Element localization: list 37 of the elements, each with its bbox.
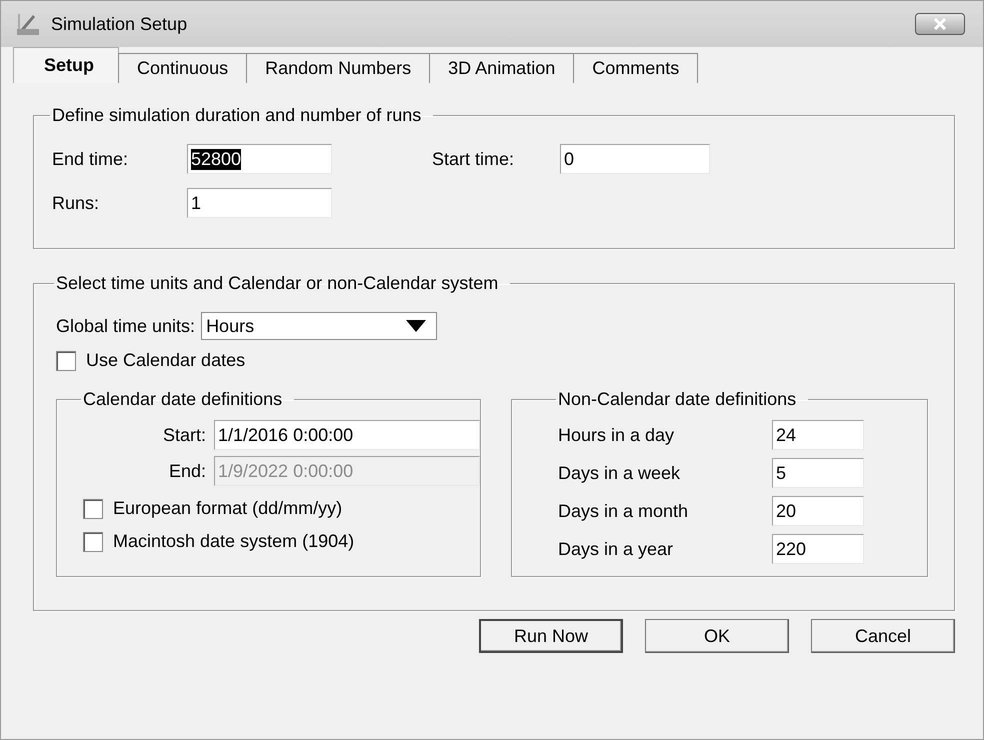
tab[interactable]: Comments <box>573 53 698 83</box>
date-field[interactable]: 1/1/2016 0:00:00 <box>214 420 480 450</box>
checkbox[interactable]: European format (dd/mm/yy) <box>83 498 342 519</box>
window-title: Simulation Setup <box>51 14 188 34</box>
field-label: End: <box>168 460 206 482</box>
close-button[interactable] <box>915 13 965 35</box>
group-title: Define simulation duration and number of runs <box>51 105 422 126</box>
text-field[interactable]: 52800 <box>187 144 332 174</box>
app-icon <box>15 11 41 37</box>
checkbox[interactable]: Macintosh date system (1904) <box>83 531 354 552</box>
time-units-dropdown[interactable]: Hours <box>201 312 438 340</box>
dialog-button[interactable]: Cancel <box>811 619 955 653</box>
field-label: Hours in a day <box>558 424 676 446</box>
number-field[interactable]: 220 <box>772 534 864 564</box>
number-field[interactable]: 20 <box>772 496 864 526</box>
field-label: End time: <box>52 148 130 170</box>
checkbox[interactable]: Use Calendar dates <box>56 350 246 371</box>
field-label: Days in a week <box>558 462 682 484</box>
close-icon <box>932 18 948 30</box>
group-title: Select time units and Calendar or non-Calendar system <box>55 273 500 294</box>
field-label: Days in a year <box>558 538 674 560</box>
dialog-button[interactable]: OK <box>645 619 789 653</box>
caret-icon <box>406 320 426 332</box>
field-label: Days in a month <box>558 500 690 522</box>
dialog-button[interactable]: Run Now <box>479 619 623 653</box>
tab[interactable]: Setup <box>13 47 120 83</box>
field-label: Start time: <box>432 148 516 170</box>
field-label: Global time units: <box>56 316 196 336</box>
text-field[interactable]: 1 <box>187 188 332 218</box>
tab[interactable]: Continuous <box>118 53 248 83</box>
group-title: Non-Calendar date definitions <box>557 389 798 410</box>
number-field[interactable]: 24 <box>772 420 864 450</box>
field-label: Start: <box>162 424 206 446</box>
number-field[interactable]: 5 <box>772 458 864 488</box>
text-field[interactable]: 0 <box>560 144 710 174</box>
group-title: Calendar date definitions <box>82 389 284 410</box>
field-label: Runs: <box>52 192 100 214</box>
